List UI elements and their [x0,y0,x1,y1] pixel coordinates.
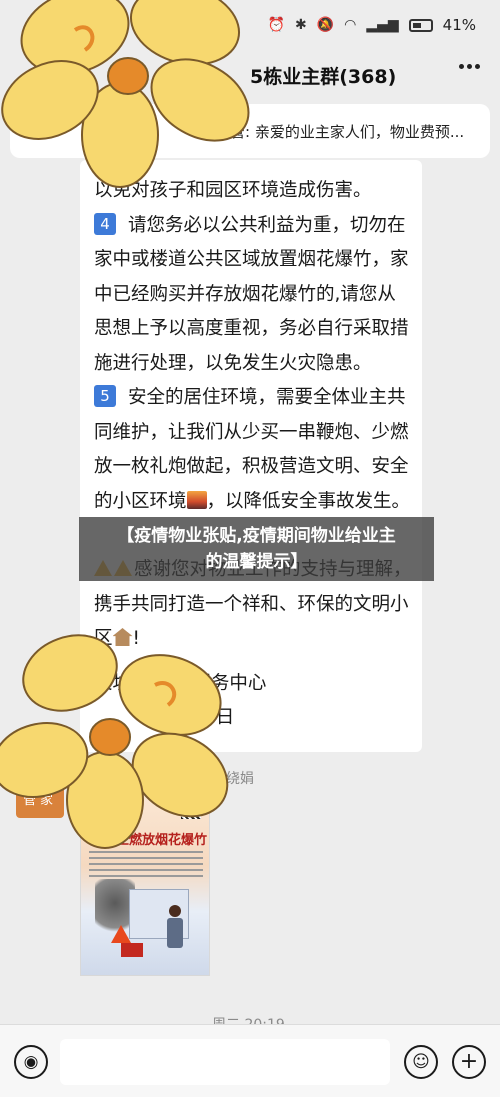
person-illustration [167,905,183,957]
title-banner: 【疫情物业张贴,疫情期间物业给业主 的温馨提示】 [79,517,434,581]
wifi-icon: ◠ [344,17,357,33]
flower-decoration-icon [0,634,229,849]
input-bar: ◉ ☺ + [0,1024,500,1097]
message-input[interactable] [60,1039,390,1085]
status-icons: ⏰ ✱ 🔕 ◠ ▂▄▆ 41% [268,16,476,34]
battery-level: 41% [442,16,476,34]
chat-title: 5栋业主群(368) [250,66,397,88]
number-5-icon: 5 [94,385,116,407]
smiley-icon[interactable]: ☺ [404,1045,438,1079]
battery-icon [408,18,433,32]
more-dots-icon[interactable] [459,64,480,69]
number-4-icon: 4 [94,212,116,235]
firecracker-box-illustration [121,943,143,957]
poster-text-lines [89,851,203,881]
plus-icon[interactable]: + [452,1045,486,1079]
banner-line-1: 【疫情物业张贴,疫情期间物业给业主 [117,526,396,546]
flower-decoration-icon [1,0,250,188]
banner-line-2: 的温馨提示】 [205,552,308,572]
message-paragraph-5: 5 安全的居住环境，需要全体业主共同维护，让我们从少买一串鞭炮、少燃放一枚礼炮做起… [94,385,411,512]
mute-icon: 🔕 [316,17,335,33]
message-paragraph-4: 4 请您务必以公共利益为重，切勿在家中或楼道公共区域放置烟花爆竹，家中已经购买并存… [94,212,409,374]
signal-icon: ▂▄▆ [366,17,399,33]
alarm-icon: ⏰ [267,17,285,33]
bluetooth-icon: ✱ [294,17,307,33]
voice-icon[interactable]: ◉ [14,1045,48,1079]
city-sunset-icon [186,490,207,509]
